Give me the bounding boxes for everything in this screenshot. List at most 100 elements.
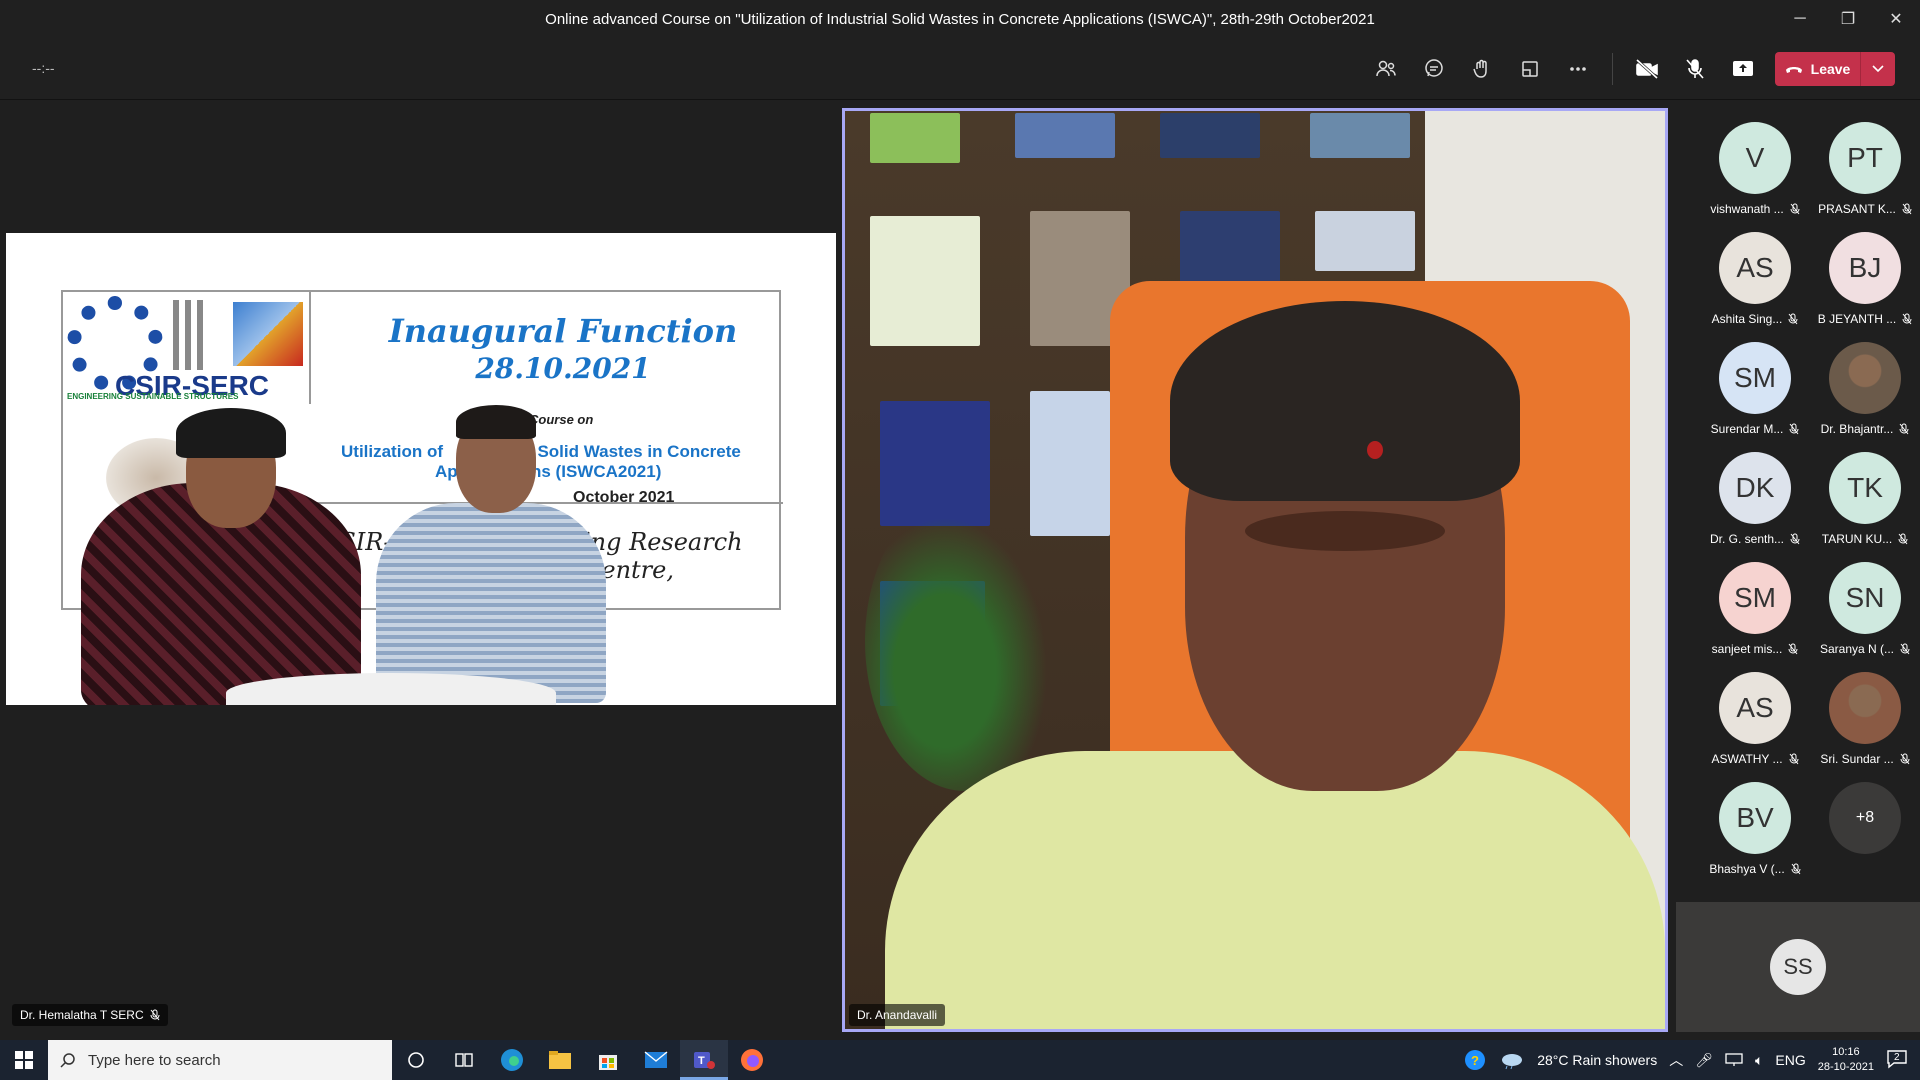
book (1310, 113, 1410, 158)
toolbar-divider (1612, 53, 1613, 85)
shared-screen: CSIR-SERC ENGINEERING SUSTAINABLE STRUCT… (6, 233, 836, 705)
participant-name-row: vishwanath ... (1710, 202, 1800, 216)
speaker-nametag: Dr. Anandavalli (849, 1004, 946, 1026)
help-icon[interactable]: ? (1463, 1048, 1487, 1072)
taskbar-search[interactable]: Type here to search (48, 1040, 392, 1080)
chat-icon[interactable] (1410, 51, 1458, 87)
participant-name: Sri. Sundar ... (1820, 752, 1894, 766)
slide-dates: October 2021 (573, 489, 675, 506)
book (870, 113, 960, 163)
participant-tile[interactable]: DK Dr. G. senth... (1700, 438, 1810, 548)
participants-icon[interactable] (1362, 51, 1410, 87)
participant-name-row: Saranya N (... (1820, 642, 1910, 656)
speaker-body (885, 751, 1665, 1029)
leave-main[interactable]: Leave (1775, 52, 1861, 86)
presenter-nametag: Dr. Hemalatha T SERC (12, 1004, 168, 1026)
self-view[interactable]: SS (1676, 902, 1920, 1032)
mic-off-icon (1902, 203, 1912, 215)
more-icon[interactable] (1554, 51, 1602, 87)
participant-avatar: AS (1719, 232, 1791, 304)
weather-text[interactable]: 28°C Rain showers (1537, 1052, 1657, 1068)
participant-tile[interactable]: SM Surendar M... (1700, 328, 1810, 438)
clock[interactable]: 10:16 28-10-2021 (1818, 1045, 1874, 1075)
notification-icon[interactable]: 2 (1886, 1049, 1908, 1072)
participant-name: Ashita Sing... (1711, 312, 1783, 326)
mic-off-icon (1900, 643, 1910, 655)
participant-name: sanjeet mis... (1711, 642, 1783, 656)
participant-name: Dr. G. senth... (1709, 532, 1785, 546)
participant-tile[interactable]: Sri. Sundar ... (1810, 658, 1920, 768)
microphone-tray-icon[interactable]: 🎤︎ (1695, 1052, 1713, 1069)
close-icon[interactable]: ✕ (1872, 0, 1920, 38)
participant-name: TARUN KU... (1821, 532, 1893, 546)
network-icon[interactable] (1725, 1053, 1743, 1067)
edge-icon[interactable] (488, 1040, 536, 1080)
more-participants-button[interactable]: +8 (1829, 782, 1901, 854)
task-view-icon[interactable] (440, 1040, 488, 1080)
participant-avatar (1829, 342, 1901, 414)
mic-off-icon (1899, 423, 1909, 435)
teams-icon[interactable]: T (680, 1040, 728, 1080)
cortana-icon[interactable] (392, 1040, 440, 1080)
plant (865, 491, 1065, 791)
mic-off-icon (1791, 863, 1801, 875)
participant-name: PRASANT K... (1818, 202, 1896, 216)
chevron-down-icon (1872, 65, 1884, 73)
firefox-icon[interactable] (728, 1040, 776, 1080)
svg-text:T: T (698, 1055, 705, 1067)
main-speaker-video[interactable] (842, 108, 1668, 1032)
book (870, 216, 980, 346)
participant-avatar: DK (1719, 452, 1791, 524)
participant-tile[interactable]: BJ B JEYANTH ... (1810, 218, 1920, 328)
speaker-bindi (1367, 441, 1383, 459)
mic-off-icon (1790, 203, 1800, 215)
system-tray: ? 28°C Rain showers ︿ 🎤︎ 🔈︎ ENG 10:16 28… (1463, 1040, 1920, 1080)
participant-gallery: Vvishwanath ... PT PRASANT K... AS Ashita Si… (1676, 108, 1920, 1040)
mic-off-icon[interactable] (1671, 51, 1719, 87)
svg-text:?: ? (1471, 1053, 1479, 1068)
participant-tile[interactable]: +8 (1810, 768, 1920, 878)
restore-icon[interactable]: ❐ (1824, 0, 1872, 38)
minimize-icon[interactable]: ─ (1776, 0, 1824, 38)
store-icon[interactable] (584, 1040, 632, 1080)
chevron-up-icon[interactable]: ︿ (1669, 1050, 1683, 1070)
participant-tile[interactable]: AS ASWATHY ... (1700, 658, 1810, 768)
participant-avatar: V (1719, 122, 1791, 194)
language-indicator[interactable]: ENG (1775, 1052, 1805, 1068)
participant-tile[interactable]: Dr. Bhajantr... (1810, 328, 1920, 438)
reactions-icon[interactable] (1458, 51, 1506, 87)
slide-date: 28.10.2021 (475, 352, 651, 385)
participant-name: Bhashya V (... (1709, 862, 1785, 876)
participant-name-row: TARUN KU... (1822, 532, 1908, 546)
participant-name-row: Dr. Bhajantr... (1821, 422, 1910, 436)
presenter-desk (226, 673, 556, 705)
tower-graphic (173, 300, 233, 370)
participant-name-row: Surendar M... (1711, 422, 1800, 436)
csir-serc-logo: CSIR-SERC ENGINEERING SUSTAINABLE STRUCT… (63, 292, 311, 404)
notification-count: 2 (1894, 1051, 1900, 1063)
leave-button[interactable]: Leave (1775, 52, 1895, 86)
participant-tile[interactable]: Vvishwanath ... (1700, 108, 1810, 218)
participant-tile[interactable]: TK TARUN KU... (1810, 438, 1920, 548)
camera-off-icon[interactable] (1623, 51, 1671, 87)
file-explorer-icon[interactable] (536, 1040, 584, 1080)
participant-name-row: sanjeet mis... (1712, 642, 1799, 656)
participant-tile[interactable]: AS Ashita Sing... (1700, 218, 1810, 328)
rooms-icon[interactable] (1506, 51, 1554, 87)
meeting-toolbar: --:-- Leave (0, 38, 1920, 100)
share-icon[interactable] (1719, 51, 1767, 87)
participant-tile[interactable]: BV Bhashya V (... (1700, 768, 1810, 878)
logo-tagline: ENGINEERING SUSTAINABLE STRUCTURES (67, 392, 239, 401)
leave-dropdown[interactable] (1861, 65, 1895, 73)
book (1315, 211, 1415, 271)
participant-tile[interactable]: SN Saranya N (... (1810, 548, 1920, 658)
windows-start-icon[interactable] (0, 1040, 48, 1080)
presenter-woman-hair (176, 408, 286, 458)
volume-icon[interactable]: 🔈︎ (1755, 1052, 1763, 1069)
phone-hangup-icon (1785, 67, 1802, 73)
mail-icon[interactable] (632, 1040, 680, 1080)
participant-name: Surendar M... (1710, 422, 1784, 436)
participant-tile[interactable]: PT PRASANT K... (1810, 108, 1920, 218)
participant-tile[interactable]: SM sanjeet mis... (1700, 548, 1810, 658)
speaker-eyes (1245, 511, 1445, 551)
